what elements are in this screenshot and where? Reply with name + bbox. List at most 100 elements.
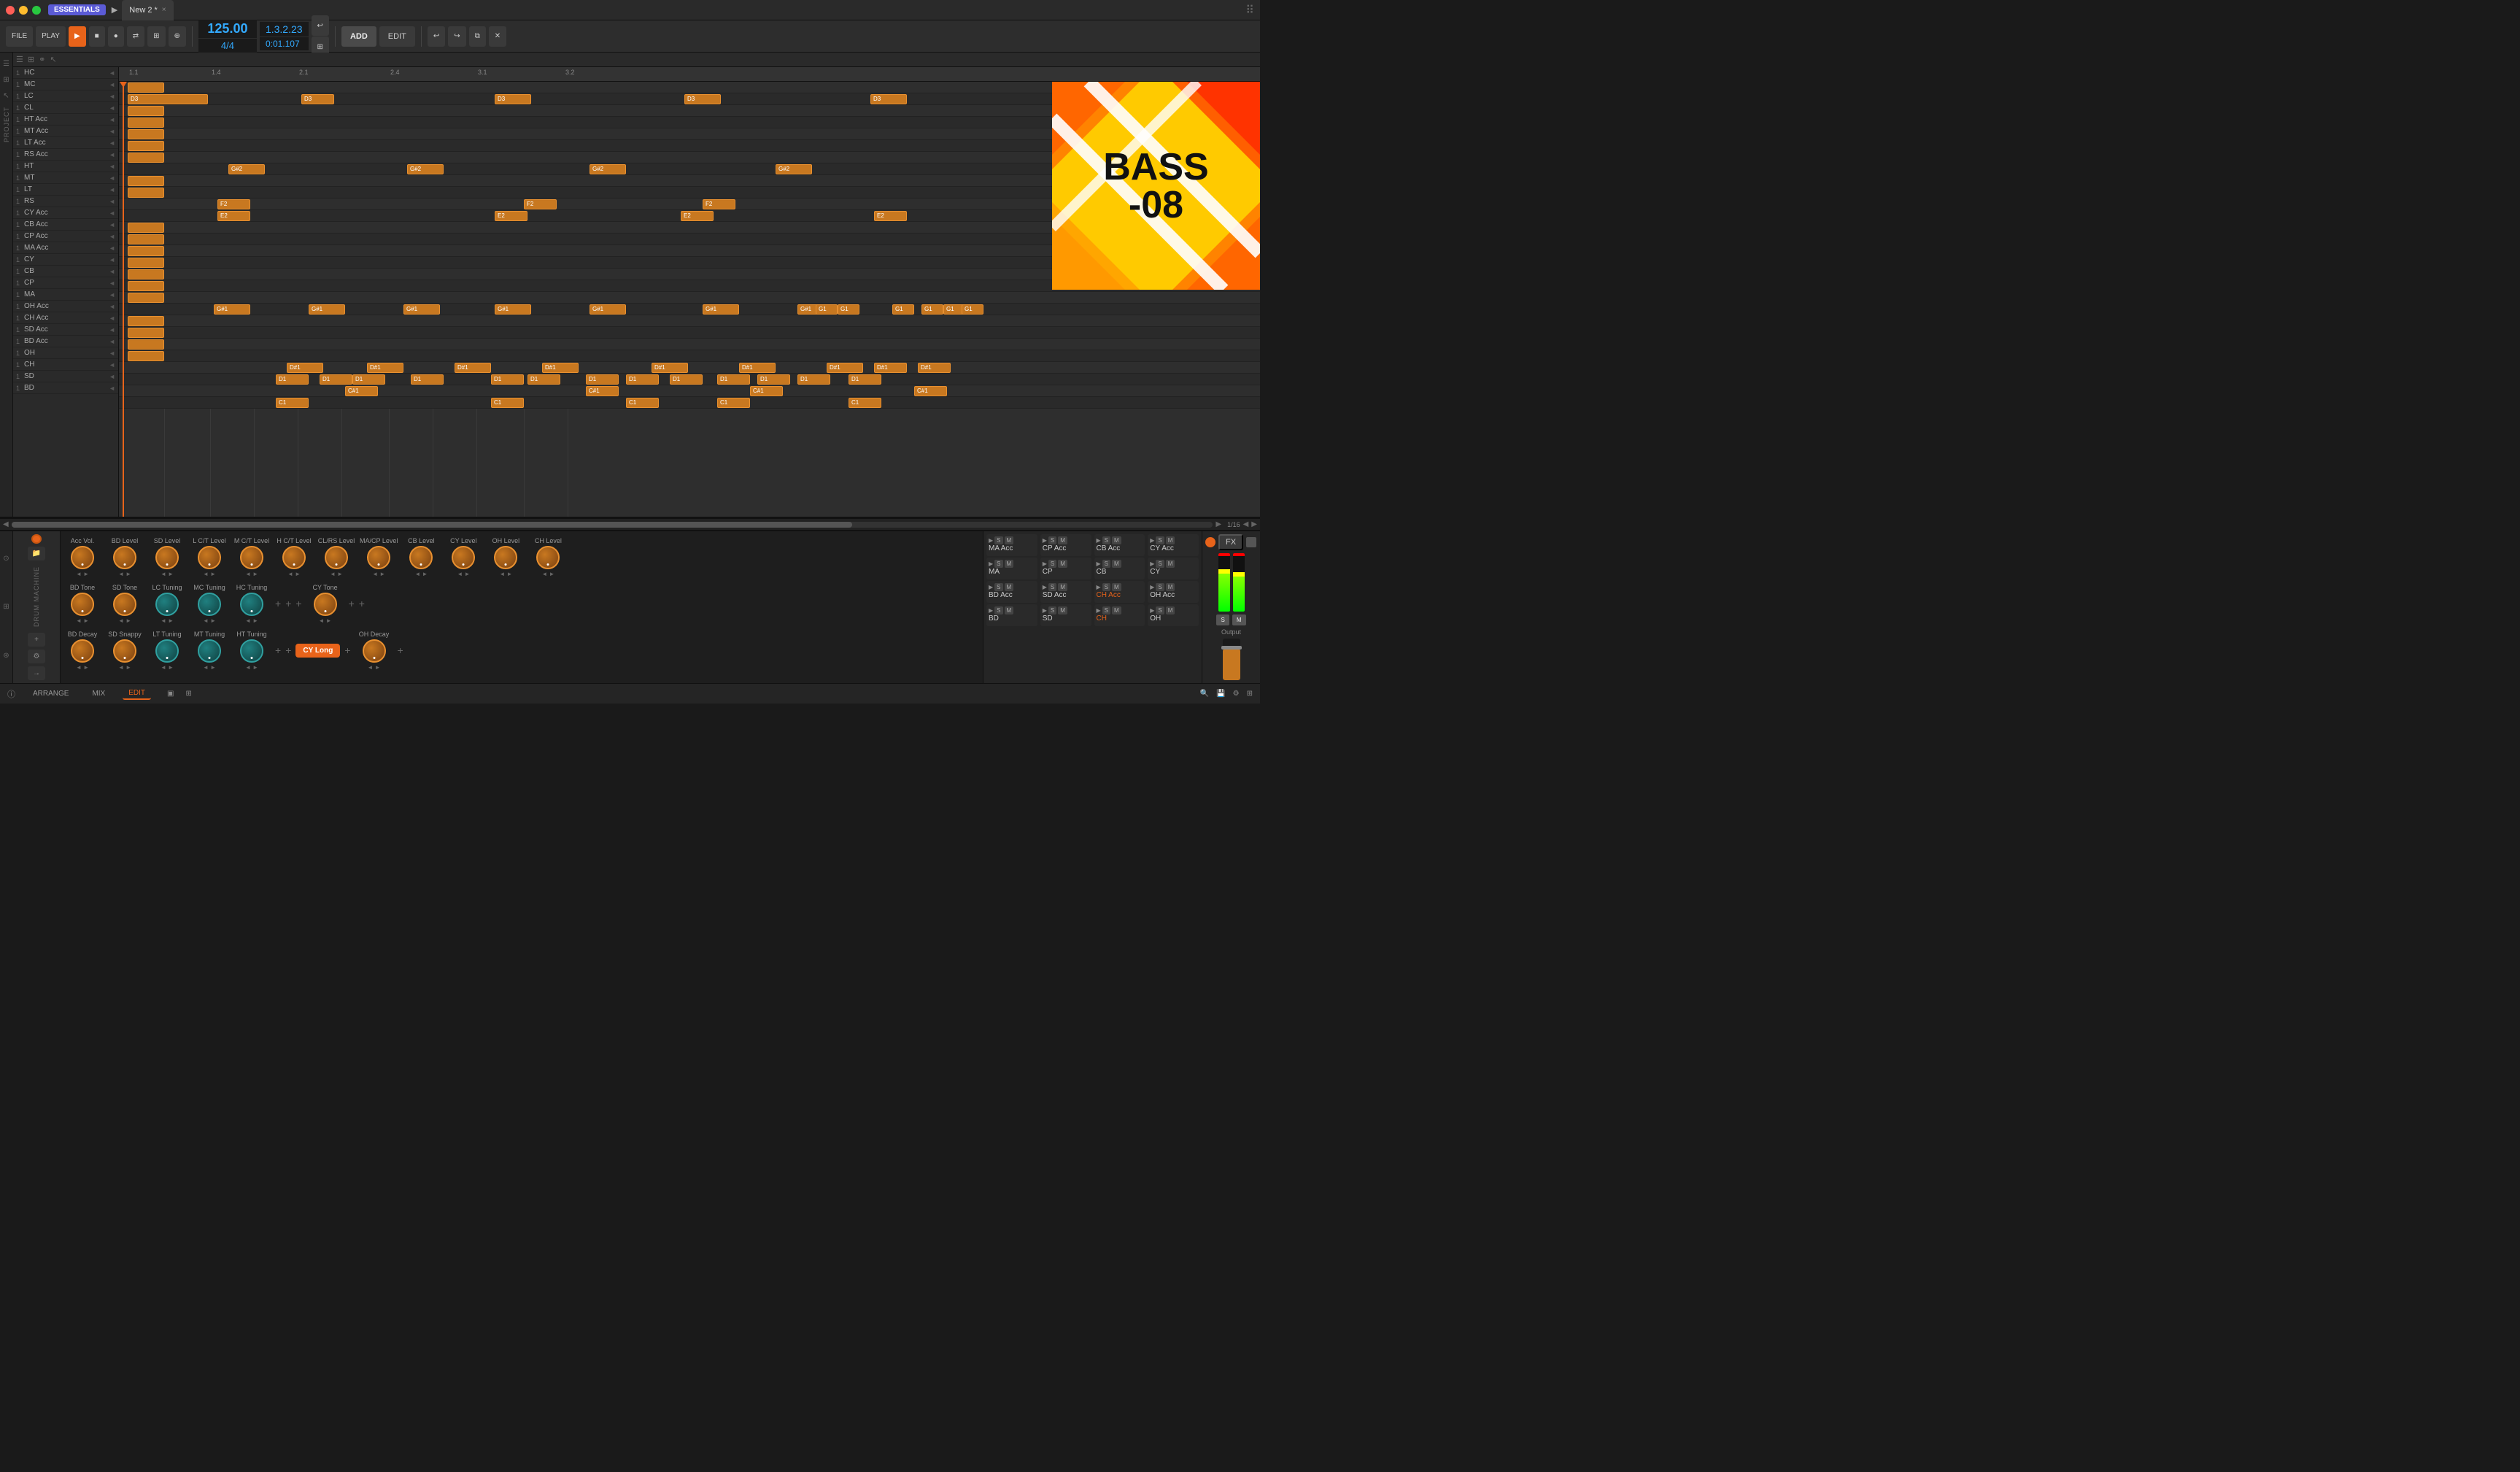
ch-cy-s[interactable]: S <box>1156 560 1164 568</box>
tab-arrange[interactable]: ARRANGE <box>27 688 74 699</box>
pattern-block[interactable]: C#1 <box>750 386 783 396</box>
ch-ma-acc-s[interactable]: S <box>994 536 1002 544</box>
file-button[interactable]: FILE <box>6 26 33 47</box>
knob-ht-tuning-ctrl[interactable] <box>240 639 263 663</box>
knob-ch-level-ctrl[interactable] <box>536 546 560 569</box>
track-row-mt[interactable]: 1 MT ◄ <box>13 172 118 184</box>
track-mute-icon[interactable]: ◄ <box>109 280 115 287</box>
track-row-lc[interactable]: 1 LC ◄ <box>13 90 118 102</box>
pattern-block[interactable]: D3 <box>870 94 907 104</box>
pattern-block[interactable]: G#1 <box>495 304 531 315</box>
track-mute-icon[interactable]: ◄ <box>109 69 115 77</box>
track-mute-icon[interactable]: ◄ <box>109 373 115 380</box>
knob-macp-level-ctrl[interactable] <box>367 546 390 569</box>
dm-folder-btn[interactable]: 📁 <box>28 547 45 560</box>
knob-bd-level-ctrl[interactable] <box>113 546 136 569</box>
pattern-block[interactable] <box>128 188 164 198</box>
track-mute-icon[interactable]: ◄ <box>109 174 115 182</box>
dm-icon3[interactable]: ⊛ <box>1 651 12 661</box>
pattern-block[interactable] <box>128 328 164 338</box>
track-row-oh[interactable]: 1 OH ◄ <box>13 347 118 359</box>
pattern-block[interactable]: F2 <box>217 199 250 209</box>
track-mute-icon[interactable]: ◄ <box>109 198 115 205</box>
fx-button[interactable]: FX <box>1218 534 1243 550</box>
ch-cp-acc-s[interactable]: S <box>1048 536 1056 544</box>
pattern-block[interactable]: G#1 <box>403 304 440 315</box>
ch-oh-s[interactable]: S <box>1156 606 1164 614</box>
knob-lct-level-ctrl[interactable] <box>198 546 221 569</box>
loop-button[interactable]: ⇄ <box>127 26 144 47</box>
undo-button[interactable]: ↩ <box>428 26 445 47</box>
current-tab[interactable]: New 2 * × <box>122 0 173 20</box>
dm-add-btn[interactable]: + <box>28 633 45 647</box>
tab-mix[interactable]: MIX <box>86 688 111 699</box>
grid-row-20[interactable] <box>119 315 1260 327</box>
pattern-block[interactable]: F2 <box>703 199 735 209</box>
ch-sd-play[interactable]: ▶ <box>1043 607 1047 614</box>
track-mute-icon[interactable]: ◄ <box>109 186 115 193</box>
pattern-block[interactable]: D1 <box>626 374 659 385</box>
track-mute-icon[interactable]: ◄ <box>109 326 115 334</box>
track-mute-icon[interactable]: ◄ <box>109 104 115 112</box>
track-row-oh-acc[interactable]: 1 OH Acc ◄ <box>13 301 118 312</box>
track-mute-icon[interactable]: ◄ <box>109 350 115 357</box>
track-row-cb-acc[interactable]: 1 CB Acc ◄ <box>13 219 118 231</box>
grid-row-26[interactable]: C#1C#1C#1C#1 <box>119 385 1260 397</box>
track-mute-icon[interactable]: ◄ <box>109 139 115 147</box>
pattern-block[interactable]: D#1 <box>652 363 688 373</box>
grid-row-25[interactable]: D1D1D1D1D1D1D1D1D1D1D1D1D1 <box>119 374 1260 385</box>
pattern-block[interactable]: D3 <box>495 94 531 104</box>
pattern-block-g1[interactable]: G1 <box>816 304 838 315</box>
track-mute-icon[interactable]: ◄ <box>109 291 115 298</box>
pattern-block[interactable]: G#1 <box>590 304 626 315</box>
tab-close-btn[interactable]: × <box>162 6 166 14</box>
pattern-block[interactable]: C1 <box>491 398 524 408</box>
settings-icon[interactable]: ⚙ <box>1233 690 1240 698</box>
ch-cb-acc-play[interactable]: ▶ <box>1097 537 1101 544</box>
close-btn[interactable] <box>6 6 15 15</box>
pattern-block[interactable]: F2 <box>524 199 557 209</box>
track-row-rs[interactable]: 1 RS ◄ <box>13 196 118 207</box>
pattern-block[interactable]: D#1 <box>455 363 491 373</box>
track-row-ma[interactable]: 1 MA ◄ <box>13 289 118 301</box>
track-link-icon[interactable]: ⚭ <box>39 55 45 64</box>
pattern-block[interactable]: D#1 <box>739 363 776 373</box>
window-controls[interactable] <box>6 6 41 15</box>
pattern-block[interactable]: C#1 <box>586 386 619 396</box>
track-view-icon[interactable]: ⊞ <box>28 55 34 64</box>
knob-lc-tuning-ctrl[interactable] <box>155 593 179 616</box>
pattern-block[interactable]: D#1 <box>287 363 323 373</box>
pattern-block[interactable]: C#1 <box>914 386 947 396</box>
knob-cb-level-ctrl[interactable] <box>409 546 433 569</box>
pattern-block[interactable]: G#2 <box>776 164 812 174</box>
pattern-block[interactable]: D1 <box>670 374 703 385</box>
maximize-btn[interactable] <box>32 6 41 15</box>
pattern-block[interactable]: D1 <box>797 374 830 385</box>
pattern-block[interactable] <box>128 117 164 128</box>
pattern-block[interactable]: D3 <box>684 94 721 104</box>
dm-icon2[interactable]: ⊞ <box>1 602 12 612</box>
track-mute-icon[interactable]: ◄ <box>109 209 115 217</box>
track-row-cy[interactable]: 1 CY ◄ <box>13 254 118 266</box>
sidebar-list-icon[interactable]: ☰ <box>1 58 12 69</box>
play-button[interactable]: ▶ <box>69 26 86 47</box>
pattern-block-g1[interactable]: G1 <box>962 304 983 315</box>
pattern-grid[interactable]: D3D3D3D3D3G#2G#2G#2G#2F2F2F2E2E2E2E2G#1G… <box>119 82 1260 517</box>
track-mute-icon[interactable]: ◄ <box>109 303 115 310</box>
ch-cy-m[interactable]: M <box>1166 560 1175 568</box>
pattern-block[interactable] <box>128 351 164 361</box>
pattern-block[interactable] <box>128 258 164 268</box>
track-mute-icon[interactable]: ◄ <box>109 361 115 369</box>
knob-hc-tuning-ctrl[interactable] <box>240 593 263 616</box>
ch-sd-acc-play[interactable]: ▶ <box>1043 584 1047 590</box>
knob-mct-level-ctrl[interactable] <box>240 546 263 569</box>
track-mute-icon[interactable]: ◄ <box>109 221 115 228</box>
ch-cy-acc-play[interactable]: ▶ <box>1150 537 1154 544</box>
ch-oh-acc-m[interactable]: M <box>1166 583 1175 591</box>
ch-cb-acc-m[interactable]: M <box>1112 536 1121 544</box>
dm-plus-9[interactable]: + <box>398 645 403 655</box>
track-arrow-icon[interactable]: ↖ <box>50 55 56 64</box>
track-row-lt[interactable]: 1 LT ◄ <box>13 184 118 196</box>
ch-cy-acc-m[interactable]: M <box>1166 536 1175 544</box>
pattern-block[interactable]: D1 <box>276 374 309 385</box>
